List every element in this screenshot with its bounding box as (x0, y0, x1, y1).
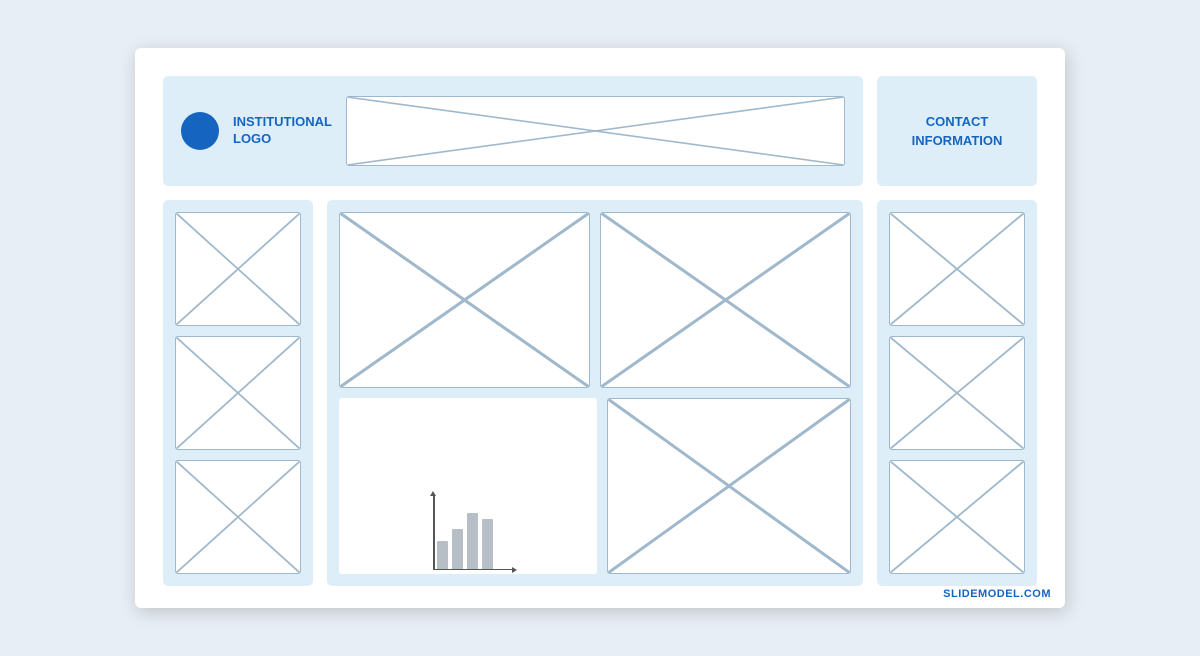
bottom-row (163, 200, 1037, 586)
right-placeholder-3 (889, 460, 1025, 574)
left-placeholder-1 (175, 212, 301, 326)
contact-info-text: CONTACT INFORMATION (912, 112, 1003, 151)
right-placeholder-2 (889, 336, 1025, 450)
header-image-placeholder (346, 96, 845, 166)
left-placeholder-2 (175, 336, 301, 450)
middle-placeholder-1 (339, 212, 590, 388)
top-row: INSTITUTIONALLOGO CONTACT INFORMATION (163, 76, 1037, 186)
left-placeholder-3 (175, 460, 301, 574)
middle-placeholder-3 (607, 398, 851, 574)
right-placeholder-1 (889, 212, 1025, 326)
col-right (877, 200, 1037, 586)
slide: INSTITUTIONALLOGO CONTACT INFORMATION (135, 48, 1065, 608)
col-left (163, 200, 313, 586)
logo-circle (181, 112, 219, 150)
middle-placeholder-2 (600, 212, 851, 388)
header-right-panel: CONTACT INFORMATION (877, 76, 1037, 186)
chart-placeholder (339, 398, 597, 574)
slidemodel-credit: SLIDEMODEL.COM (943, 588, 1051, 600)
col-middle (327, 200, 863, 586)
header-left-panel: INSTITUTIONALLOGO (163, 76, 863, 186)
logo-text: INSTITUTIONALLOGO (233, 114, 332, 148)
